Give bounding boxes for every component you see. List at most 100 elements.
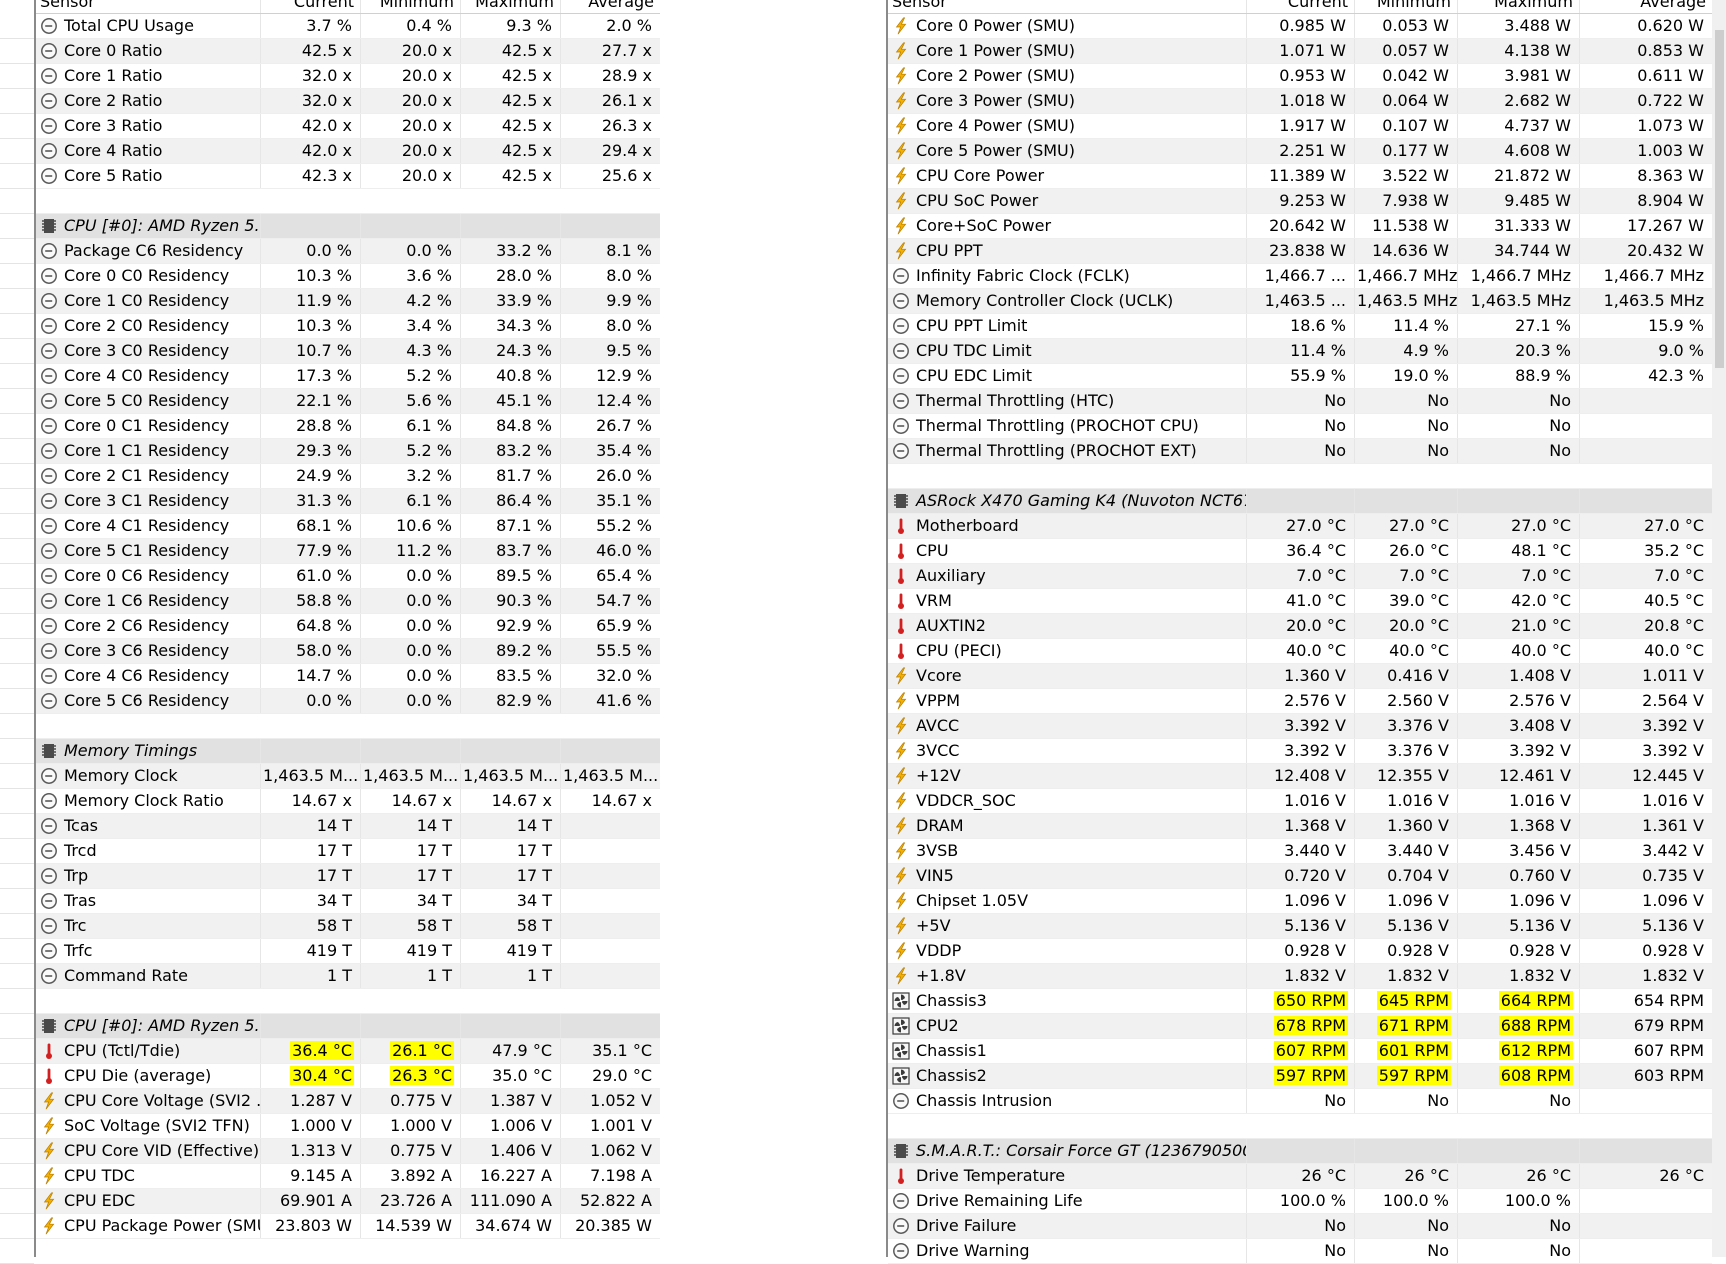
group-header[interactable]: S.M.A.R.T.: Corsair Force GT (1236790500… [888,1139,1712,1164]
sensor-row[interactable]: Core 1 Ratio 32.0 x 20.0 x 42.5 x 28.9 x [36,64,660,89]
sensor-row[interactable]: Vcore 1.360 V 0.416 V 1.408 V 1.011 V [888,664,1712,689]
sensor-row[interactable]: Core 0 C6 Residency 61.0 % 0.0 % 89.5 % 65.4… [36,564,660,589]
group-header[interactable]: ASRock X470 Gaming K4 (Nuvoton NCT67... [888,489,1712,514]
sensor-row[interactable]: SoC Voltage (SVI2 TFN) 1.000 V 1.000 V 1.00… [36,1114,660,1139]
sensor-row[interactable]: Core 2 C1 Residency 24.9 % 3.2 % 81.7 % 26.0… [36,464,660,489]
sensor-row[interactable]: CPU EDC 69.901 A 23.726 A 111.090 A 52.822 A [36,1189,660,1214]
sensor-row[interactable]: Drive Temperature 26 °C 26 °C 26 °C 26 °C [888,1164,1712,1189]
sensor-row[interactable]: CPU Core Voltage (SVI2 ... 1.287 V 0.775 V… [36,1089,660,1114]
sensor-row[interactable]: Core 5 C0 Residency 22.1 % 5.6 % 45.1 % 12.4… [36,389,660,414]
group-header[interactable]: CPU [#0]: AMD Ryzen 5... [36,214,660,239]
sensor-row[interactable]: Core 0 C1 Residency 28.8 % 6.1 % 84.8 % 26.7… [36,414,660,439]
sensor-row[interactable]: Chassis3 650 RPM 645 RPM 664 RPM 654 RPM [888,989,1712,1014]
sensor-row[interactable]: Drive Warning No No No [888,1239,1712,1264]
sensor-row[interactable]: Tcas 14 T 14 T 14 T [36,814,660,839]
sensor-row[interactable]: Thermal Throttling (PROCHOT CPU) No No No [888,414,1712,439]
sensor-row[interactable]: Chassis2 597 RPM 597 RPM 608 RPM 603 RPM [888,1064,1712,1089]
sensor-row[interactable]: +1.8V 1.832 V 1.832 V 1.832 V 1.832 V [888,964,1712,989]
sensor-row[interactable]: Core 4 C1 Residency 68.1 % 10.6 % 87.1 % 55.… [36,514,660,539]
sensor-row[interactable]: Core 5 Ratio 42.3 x 20.0 x 42.5 x 25.6 x [36,164,660,189]
sensor-row[interactable]: AVCC 3.392 V 3.376 V 3.408 V 3.392 V [888,714,1712,739]
sensor-row[interactable]: Core 2 Ratio 32.0 x 20.0 x 42.5 x 26.1 x [36,89,660,114]
sensor-row[interactable]: CPU SoC Power 9.253 W 7.938 W 9.485 W 8.904 … [888,189,1712,214]
sensor-row[interactable]: Package C6 Residency 0.0 % 0.0 % 33.2 % 8.1 … [36,239,660,264]
sensor-row[interactable]: Core 2 C6 Residency 64.8 % 0.0 % 92.9 % 65.9… [36,614,660,639]
sensor-row[interactable]: Memory Controller Clock (UCLK) 1,463.5 ..… [888,289,1712,314]
sensor-row[interactable]: Core 1 Power (SMU) 1.071 W 0.057 W 4.138 W 0… [888,39,1712,64]
sensor-row[interactable]: 3VSB 3.440 V 3.440 V 3.456 V 3.442 V [888,839,1712,864]
group-header[interactable]: Memory Timings [36,739,660,764]
column-header-current[interactable]: Current [1246,0,1354,13]
sensor-row[interactable]: Core 4 Power (SMU) 1.917 W 0.107 W 4.737 W 1… [888,114,1712,139]
sensor-row[interactable]: Core 5 Power (SMU) 2.251 W 0.177 W 4.608 W 1… [888,139,1712,164]
sensor-row[interactable]: CPU (PECI) 40.0 °C 40.0 °C 40.0 °C 40.0 °C [888,639,1712,664]
sensor-row[interactable]: Auxiliary 7.0 °C 7.0 °C 7.0 °C 7.0 °C [888,564,1712,589]
sensor-row[interactable]: VPPM 2.576 V 2.560 V 2.576 V 2.564 V [888,689,1712,714]
sensor-row[interactable]: Core 1 C6 Residency 58.8 % 0.0 % 90.3 % 54.7… [36,589,660,614]
sensor-row[interactable]: Core 5 C1 Residency 77.9 % 11.2 % 83.7 % 46.… [36,539,660,564]
sensor-row[interactable]: CPU (Tctl/Tdie) 36.4 °C 26.1 °C 47.9 °C 35.1… [36,1039,660,1064]
sensor-row[interactable]: +12V 12.408 V 12.355 V 12.461 V 12.445 V [888,764,1712,789]
sensor-row[interactable]: Tras 34 T 34 T 34 T [36,889,660,914]
sensor-row[interactable]: CPU PPT Limit 18.6 % 11.4 % 27.1 % 15.9 % [888,314,1712,339]
column-header-maximum[interactable]: Maximum [1457,0,1579,13]
column-header-average[interactable]: Average [560,0,660,13]
sensor-row[interactable]: Chassis1 607 RPM 601 RPM 612 RPM 607 RPM [888,1039,1712,1064]
column-header-average[interactable]: Average [1579,0,1712,13]
sensor-row[interactable]: Core 4 C6 Residency 14.7 % 0.0 % 83.5 % 32.0… [36,664,660,689]
sensor-row[interactable]: DRAM 1.368 V 1.360 V 1.368 V 1.361 V [888,814,1712,839]
sensor-row[interactable]: Core 3 Power (SMU) 1.018 W 0.064 W 2.682 W 0… [888,89,1712,114]
sensor-row[interactable]: Core 3 Ratio 42.0 x 20.0 x 42.5 x 26.3 x [36,114,660,139]
sensor-row[interactable]: Trfc 419 T 419 T 419 T [36,939,660,964]
sensor-row[interactable]: Core 0 Ratio 42.5 x 20.0 x 42.5 x 27.7 x [36,39,660,64]
sensor-row[interactable]: Core 3 C1 Residency 31.3 % 6.1 % 86.4 % 35.1… [36,489,660,514]
sensor-row[interactable]: +5V 5.136 V 5.136 V 5.136 V 5.136 V [888,914,1712,939]
column-header-maximum[interactable]: Maximum [460,0,560,13]
sensor-row[interactable]: Memory Clock 1,463.5 M... 1,463.5 M... 1,46… [36,764,660,789]
sensor-row[interactable]: CPU Die (average) 30.4 °C 26.3 °C 35.0 °C 29… [36,1064,660,1089]
column-header-minimum[interactable]: Minimum [1354,0,1457,13]
sensor-row[interactable]: CPU Core VID (Effective) 1.313 V 0.775 V 1.… [36,1139,660,1164]
sensor-row[interactable]: VRM 41.0 °C 39.0 °C 42.0 °C 40.5 °C [888,589,1712,614]
column-header-current[interactable]: Current [260,0,360,13]
sensor-row[interactable]: 3VCC 3.392 V 3.376 V 3.392 V 3.392 V [888,739,1712,764]
sensor-row[interactable]: Trcd 17 T 17 T 17 T [36,839,660,864]
sensor-row[interactable]: CPU TDC Limit 11.4 % 4.9 % 20.3 % 9.0 % [888,339,1712,364]
sensor-row[interactable]: Core 1 C0 Residency 11.9 % 4.2 % 33.9 % 9.9 … [36,289,660,314]
sensor-row[interactable]: Memory Clock Ratio 14.67 x 14.67 x 14.67 x 1… [36,789,660,814]
sensor-row[interactable]: Core 3 C0 Residency 10.7 % 4.3 % 24.3 % 9.5 … [36,339,660,364]
sensor-row[interactable]: CPU Package Power (SMU) 23.803 W 14.539 W 3… [36,1214,660,1239]
sensor-row[interactable]: CPU PPT 23.838 W 14.636 W 34.744 W 20.432 W [888,239,1712,264]
column-header-sensor[interactable]: Sensor [888,0,1246,13]
sensor-row[interactable]: Core 2 C0 Residency 10.3 % 3.4 % 34.3 % 8.0 … [36,314,660,339]
sensor-row[interactable]: Drive Remaining Life 100.0 % 100.0 % 100.0 … [888,1189,1712,1214]
sensor-row[interactable]: Core 4 C0 Residency 17.3 % 5.2 % 40.8 % 12.9… [36,364,660,389]
group-header[interactable]: CPU [#0]: AMD Ryzen 5... [36,1014,660,1039]
sensor-row[interactable]: Trp 17 T 17 T 17 T [36,864,660,889]
sensor-row[interactable]: Core 1 C1 Residency 29.3 % 5.2 % 83.2 % 35.4… [36,439,660,464]
sensor-row[interactable]: CPU Core Power 11.389 W 3.522 W 21.872 W 8.3… [888,164,1712,189]
sensor-row[interactable]: Core 3 C6 Residency 58.0 % 0.0 % 89.2 % 55.5… [36,639,660,664]
sensor-row[interactable]: AUXTIN2 20.0 °C 20.0 °C 21.0 °C 20.8 °C [888,614,1712,639]
scrollbar-thumb[interactable] [1715,30,1724,368]
column-header-minimum[interactable]: Minimum [360,0,460,13]
sensor-row[interactable]: CPU 36.4 °C 26.0 °C 48.1 °C 35.2 °C [888,539,1712,564]
sensor-row[interactable]: Trc 58 T 58 T 58 T [36,914,660,939]
sensor-row[interactable]: Motherboard 27.0 °C 27.0 °C 27.0 °C 27.0 °C [888,514,1712,539]
sensor-row[interactable]: Chassis Intrusion No No No [888,1089,1712,1114]
sensor-row[interactable]: Core 0 C0 Residency 10.3 % 3.6 % 28.0 % 8.0 … [36,264,660,289]
sensor-row[interactable]: CPU2 678 RPM 671 RPM 688 RPM 679 RPM [888,1014,1712,1039]
sensor-row[interactable]: VIN5 0.720 V 0.704 V 0.760 V 0.735 V [888,864,1712,889]
sensor-row[interactable]: Core 0 Power (SMU) 0.985 W 0.053 W 3.488 W 0… [888,14,1712,39]
sensor-row[interactable]: Core+SoC Power 20.642 W 11.538 W 31.333 W 17… [888,214,1712,239]
sensor-row[interactable]: Command Rate 1 T 1 T 1 T [36,964,660,989]
sensor-row[interactable]: Core 5 C6 Residency 0.0 % 0.0 % 82.9 % 41.6 … [36,689,660,714]
sensor-row[interactable]: CPU EDC Limit 55.9 % 19.0 % 88.9 % 42.3 % [888,364,1712,389]
sensor-row[interactable]: Chipset 1.05V 1.096 V 1.096 V 1.096 V 1.096 … [888,889,1712,914]
vertical-scrollbar[interactable] [1712,0,1726,1257]
sensor-row[interactable]: Infinity Fabric Clock (FCLK) 1,466.7 ... 1… [888,264,1712,289]
sensor-row[interactable]: VDDCR_SOC 1.016 V 1.016 V 1.016 V 1.016 V [888,789,1712,814]
sensor-row[interactable]: VDDP 0.928 V 0.928 V 0.928 V 0.928 V [888,939,1712,964]
sensor-row[interactable]: Thermal Throttling (PROCHOT EXT) No No No [888,439,1712,464]
sensor-row[interactable]: Core 4 Ratio 42.0 x 20.0 x 42.5 x 29.4 x [36,139,660,164]
